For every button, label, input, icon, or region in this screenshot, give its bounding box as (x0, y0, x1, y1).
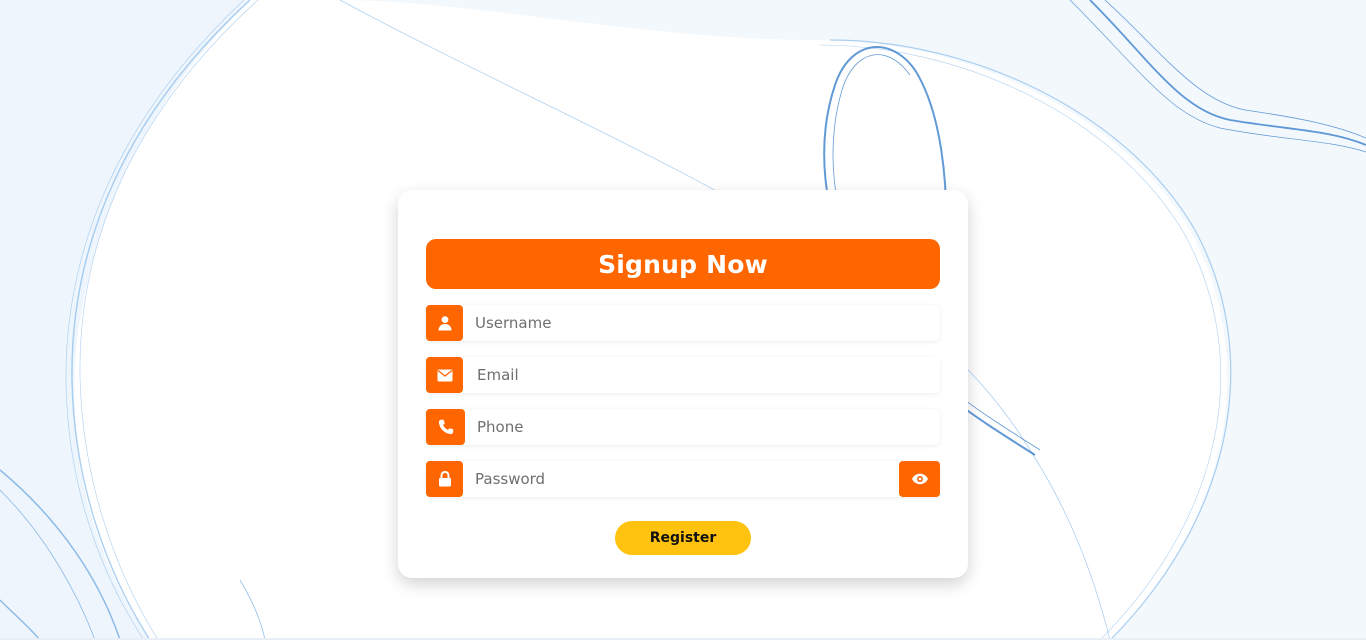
lock-icon (426, 461, 463, 497)
phone-field (426, 409, 940, 445)
password-field (426, 461, 940, 497)
password-input[interactable] (463, 461, 899, 497)
eye-icon (911, 473, 928, 485)
envelope-icon (426, 357, 463, 393)
register-button[interactable]: Register (615, 521, 751, 555)
phone-icon (426, 409, 465, 445)
username-field (426, 305, 940, 341)
signup-card: Signup Now Username Email Phone Register (398, 190, 968, 578)
user-icon (426, 305, 463, 341)
toggle-password-button[interactable] (899, 461, 940, 497)
form-header: Signup Now (426, 239, 940, 289)
form-title: Signup Now (598, 249, 768, 279)
email-input[interactable] (463, 357, 940, 393)
username-input[interactable] (463, 305, 940, 341)
phone-input[interactable] (465, 409, 940, 445)
email-field (426, 357, 940, 393)
